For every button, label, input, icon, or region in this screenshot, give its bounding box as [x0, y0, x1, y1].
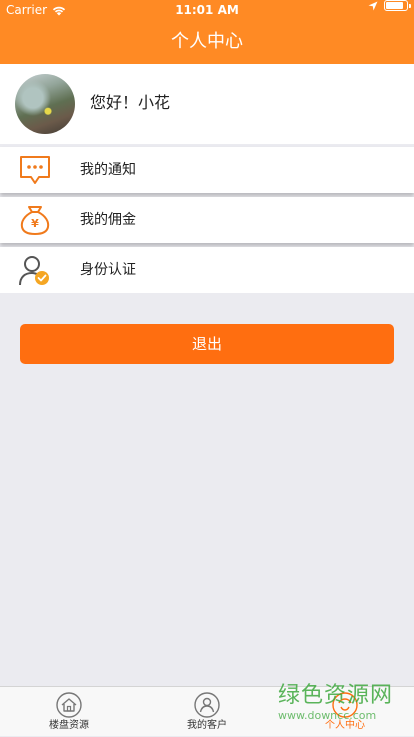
profile-icon [332, 692, 358, 718]
location-arrow-icon [368, 1, 378, 10]
notification-bubble-icon [20, 156, 50, 184]
menu-item-commission[interactable]: ¥ 我的佣金 [0, 197, 414, 243]
greeting-text: 您好！小花 [90, 93, 171, 112]
house-icon [56, 692, 82, 718]
menu-item-label: 我的佣金 [80, 212, 136, 228]
tab-bar: 楼盘资源 我的客户 个人中心 [0, 686, 414, 736]
status-bar: Carrier 11:01 AM [0, 0, 414, 20]
menu-item-label: 我的通知 [80, 162, 136, 178]
clock: 11:01 AM [175, 3, 239, 17]
tab-my-customers[interactable]: 我的客户 [138, 687, 276, 737]
menu-item-label: 身份认证 [80, 262, 136, 278]
avatar[interactable] [15, 74, 75, 134]
profile-card[interactable]: 您好！小花 [0, 64, 414, 144]
logout-button[interactable]: 退出 [20, 324, 394, 364]
page-title: 个人中心 [171, 31, 243, 52]
status-right [368, 0, 411, 11]
customer-icon [194, 692, 220, 718]
battery-icon [384, 0, 411, 11]
tab-label: 个人中心 [325, 720, 365, 731]
tab-personal-center[interactable]: 个人中心 [276, 687, 414, 737]
money-bag-icon: ¥ [20, 206, 50, 235]
tab-label: 我的客户 [187, 720, 227, 731]
menu-item-notifications[interactable]: 我的通知 [0, 147, 414, 193]
tab-label: 楼盘资源 [49, 720, 89, 731]
tab-property-resources[interactable]: 楼盘资源 [0, 687, 138, 737]
navigation-bar: Carrier 11:01 AM 个人中心 [0, 0, 414, 64]
svg-text:¥: ¥ [31, 217, 39, 230]
menu-item-identity-verification[interactable]: 身份认证 [0, 247, 414, 293]
verified-user-icon [19, 256, 49, 286]
